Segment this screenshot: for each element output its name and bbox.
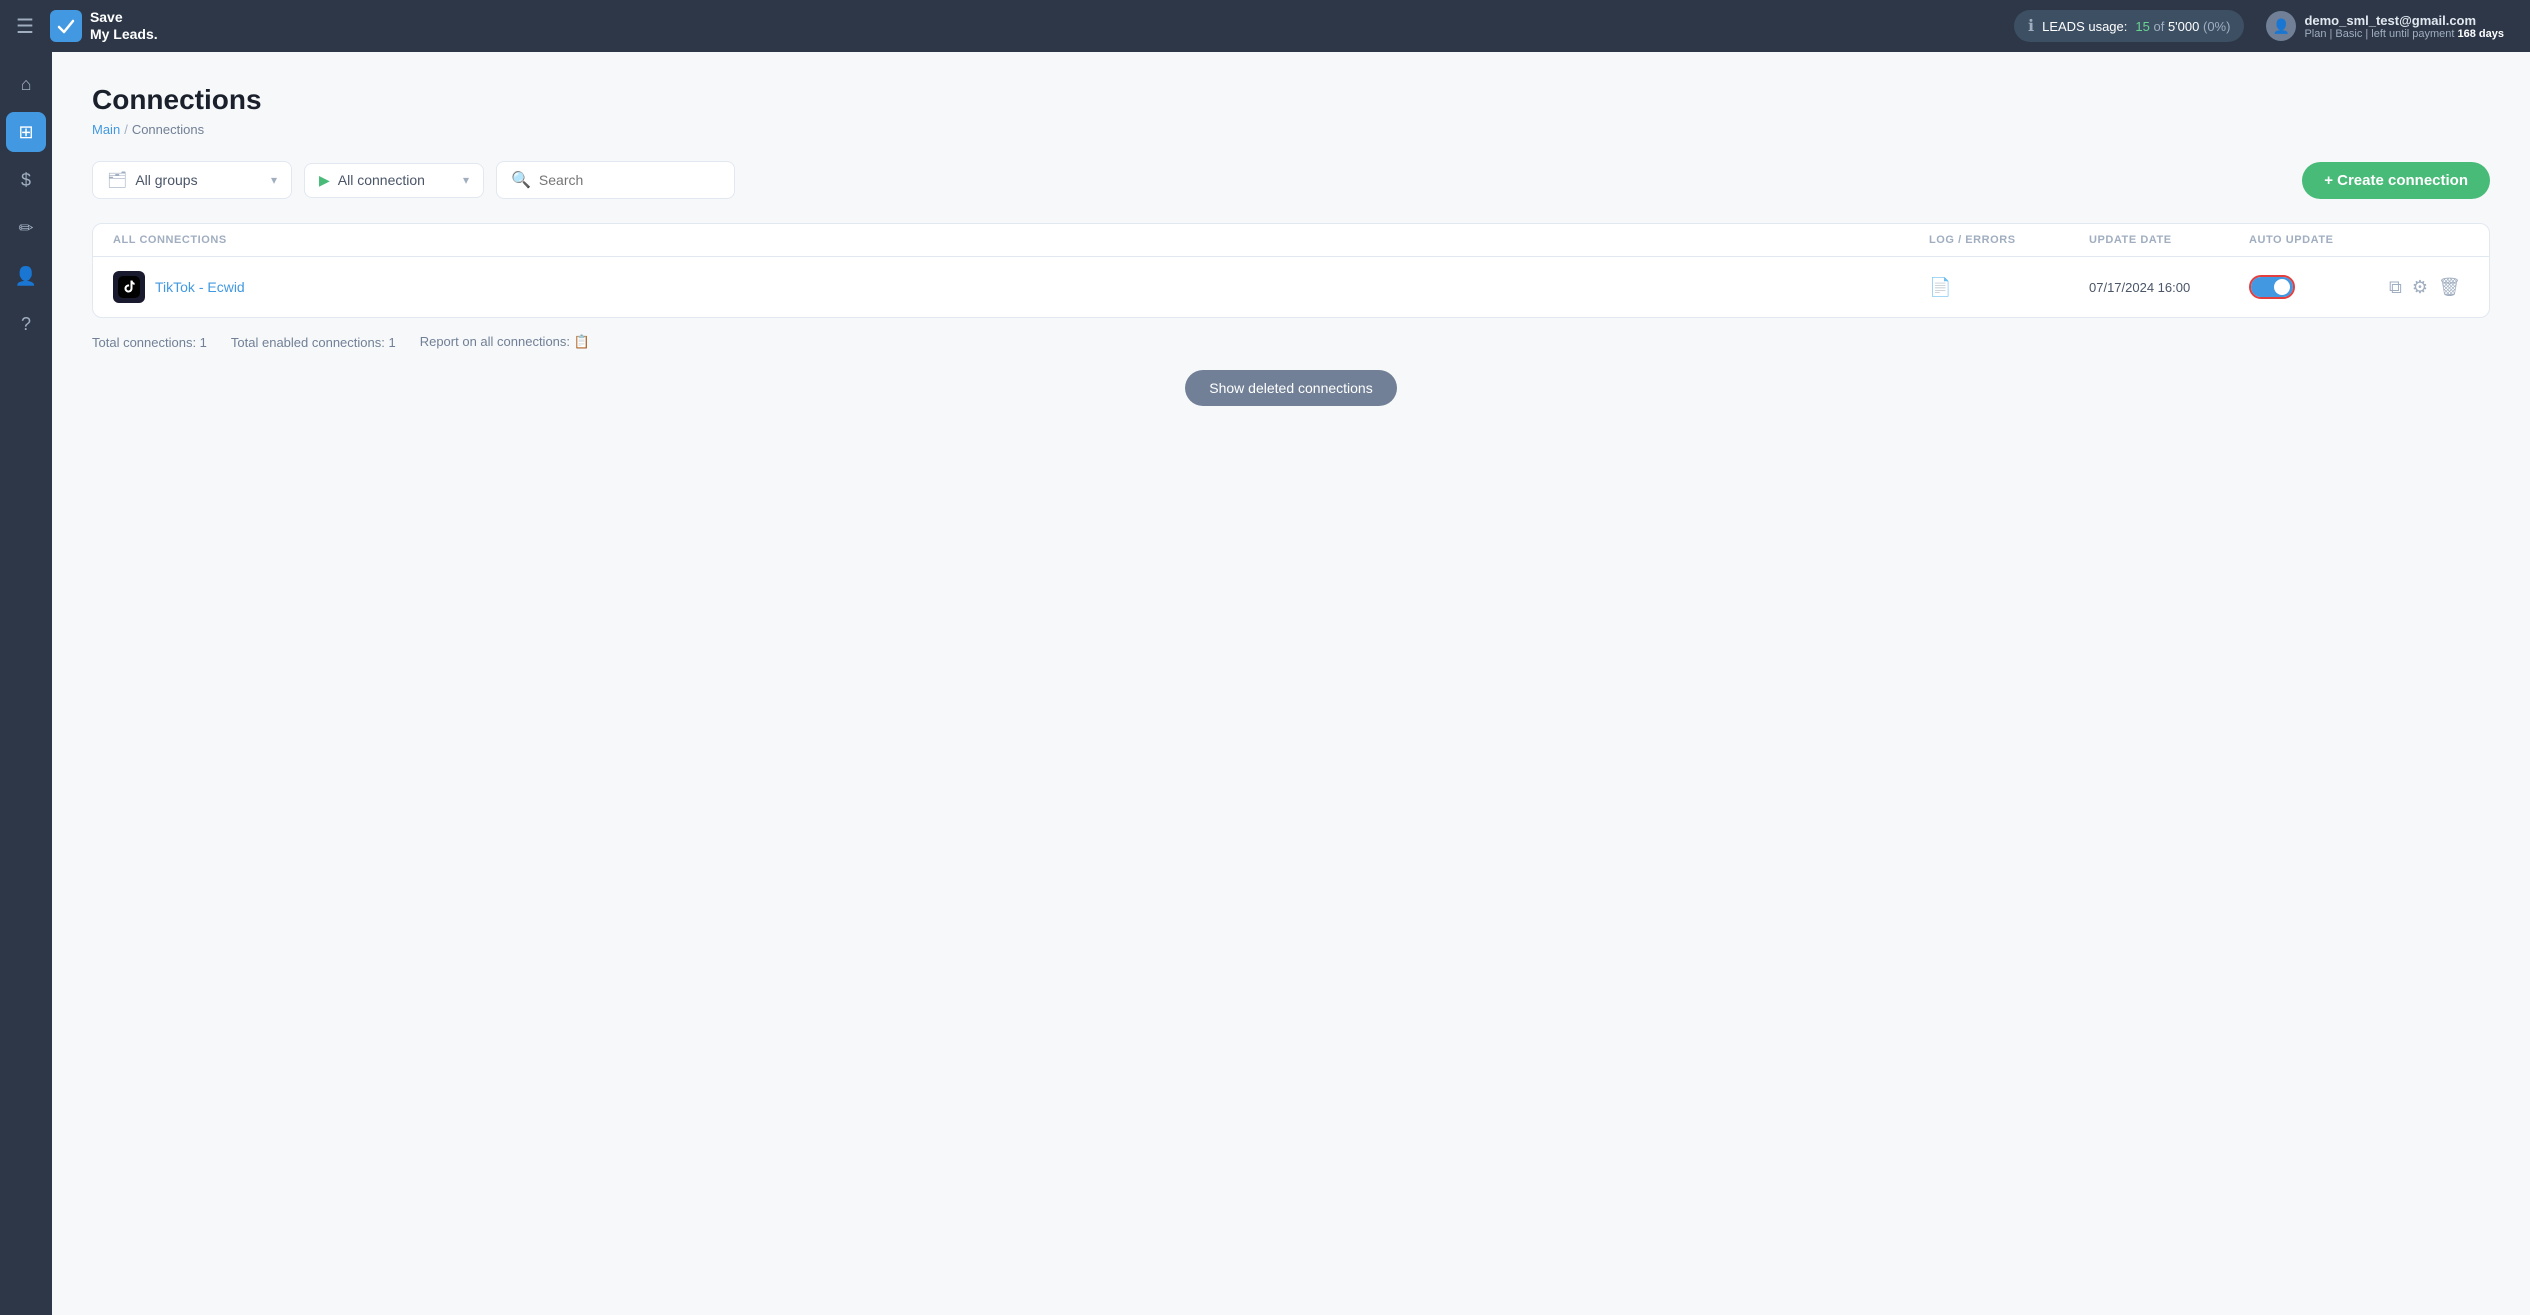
col-name: ALL CONNECTIONS — [113, 234, 1929, 246]
navbar-center: ℹ LEADS usage: 15 of 5'000 (0%) 👤 demo_s… — [2014, 5, 2514, 47]
leads-usage-stats: 15 of 5'000 (0%) — [2135, 19, 2230, 34]
info-icon: ℹ — [2028, 16, 2034, 36]
breadcrumb: Main / Connections — [92, 122, 2490, 137]
col-log: LOG / ERRORS — [1929, 234, 2089, 246]
total-connections: Total connections: 1 — [92, 335, 207, 350]
conn-date: 07/17/2024 16:00 — [2089, 280, 2249, 295]
connection-filter-dropdown[interactable]: ▶ All connection ▾ — [304, 163, 484, 198]
search-input[interactable] — [539, 172, 720, 188]
user-plan: Plan | Basic | left until payment 168 da… — [2304, 28, 2504, 40]
brand-logo — [50, 10, 82, 42]
user-details: demo_sml_test@gmail.com Plan | Basic | l… — [2304, 13, 2504, 40]
show-deleted-wrap: Show deleted connections — [92, 370, 2490, 406]
conn-log-cell: 📄 — [1929, 277, 2089, 298]
chevron-down-icon-2: ▾ — [463, 173, 469, 187]
search-input-wrap[interactable]: 🔍 — [496, 161, 735, 199]
avatar: 👤 — [2266, 11, 2296, 41]
table-header: ALL CONNECTIONS LOG / ERRORS UPDATE DATE… — [93, 224, 2489, 257]
sidebar-item-account[interactable]: 👤 — [6, 256, 46, 296]
total-enabled-connections: Total enabled connections: 1 — [231, 335, 396, 350]
connection-filter-label: All connection — [338, 172, 425, 188]
breadcrumb-main[interactable]: Main — [92, 122, 120, 137]
leads-usage-label: LEADS usage: — [2042, 19, 2127, 34]
folder-icon: 🗂 — [107, 170, 127, 190]
sidebar-item-help[interactable]: ? — [6, 304, 46, 344]
delete-icon[interactable]: 🗑 — [2438, 277, 2461, 298]
menu-icon[interactable]: ☰ — [16, 14, 34, 39]
groups-label: All groups — [135, 172, 197, 188]
settings-icon[interactable]: ⚙ — [2412, 277, 2428, 298]
main-content: Connections Main / Connections 🗂 All gro… — [52, 52, 2530, 1315]
sidebar-item-billing[interactable]: $ — [6, 160, 46, 200]
col-auto: AUTO UPDATE — [2249, 234, 2389, 246]
chevron-down-icon: ▾ — [271, 173, 277, 187]
page-title: Connections — [92, 84, 2490, 116]
breadcrumb-current: Connections — [132, 122, 204, 137]
col-date: UPDATE DATE — [2089, 234, 2249, 246]
auto-update-toggle[interactable] — [2249, 275, 2295, 299]
app-body: ⌂ ⊞ $ ✏ 👤 ? Connections Main / Connectio… — [0, 52, 2530, 1315]
groups-dropdown[interactable]: 🗂 All groups ▾ — [92, 161, 292, 199]
footer-stats: Total connections: 1 Total enabled conne… — [92, 334, 2490, 350]
navbar: ☰ SaveMy Leads. ℹ LEADS usage: 15 of 5'0… — [0, 0, 2530, 52]
toolbar: 🗂 All groups ▾ ▶ All connection ▾ 🔍 + Cr… — [92, 161, 2490, 199]
report-icon[interactable]: 📋 — [574, 334, 590, 349]
connection-icon — [113, 271, 145, 303]
breadcrumb-separator: / — [124, 122, 128, 137]
table-row: TikTok - Ecwid 📄 07/17/2024 16:00 ⧉ ⚙ — [93, 257, 2489, 317]
user-email: demo_sml_test@gmail.com — [2304, 13, 2504, 28]
col-actions — [2389, 234, 2469, 246]
sidebar: ⌂ ⊞ $ ✏ 👤 ? — [0, 52, 52, 1315]
connections-table: ALL CONNECTIONS LOG / ERRORS UPDATE DATE… — [92, 223, 2490, 318]
play-icon: ▶ — [319, 172, 330, 189]
user-info: 👤 demo_sml_test@gmail.com Plan | Basic |… — [2256, 5, 2514, 47]
report-on-all: Report on all connections: 📋 — [420, 334, 590, 350]
copy-icon[interactable]: ⧉ — [2389, 277, 2402, 298]
connection-name[interactable]: TikTok - Ecwid — [113, 271, 1929, 303]
create-connection-button[interactable]: + Create connection — [2302, 162, 2490, 199]
show-deleted-button[interactable]: Show deleted connections — [1185, 370, 1396, 406]
search-icon: 🔍 — [511, 170, 531, 190]
leads-usage: ℹ LEADS usage: 15 of 5'000 (0%) — [2014, 10, 2244, 42]
log-icon[interactable]: 📄 — [1929, 277, 1951, 298]
sidebar-item-edit[interactable]: ✏ — [6, 208, 46, 248]
conn-row-actions: ⧉ ⚙ 🗑 — [2389, 277, 2469, 298]
conn-auto-update — [2249, 275, 2389, 299]
brand: SaveMy Leads. — [50, 9, 158, 43]
sidebar-item-home[interactable]: ⌂ — [6, 64, 46, 104]
brand-text: SaveMy Leads. — [90, 9, 158, 43]
sidebar-item-connections[interactable]: ⊞ — [6, 112, 46, 152]
